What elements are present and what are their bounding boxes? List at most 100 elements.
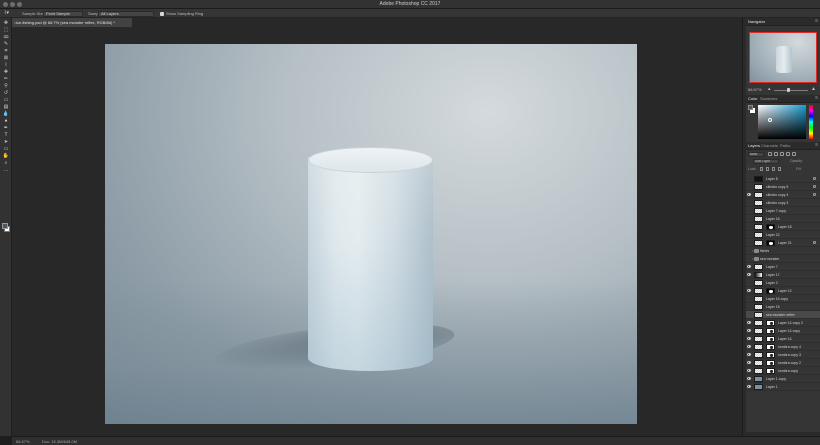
layer-row[interactable]: Layer 8 bbox=[746, 175, 820, 183]
filter-smart-object-icon[interactable] bbox=[792, 152, 796, 156]
layer-row[interactable]: sea monster reflex bbox=[746, 311, 820, 319]
layer-name[interactable]: sea monster bbox=[760, 257, 779, 261]
history-brush-tool-icon[interactable]: ↺ bbox=[2, 90, 10, 96]
visibility-eye-icon[interactable] bbox=[747, 385, 751, 388]
dodge-tool-icon[interactable]: ● bbox=[2, 118, 10, 124]
layer-name[interactable]: Layer 21 bbox=[778, 241, 792, 245]
color-picker-cursor[interactable] bbox=[768, 118, 772, 122]
panel-menu-icon[interactable]: ≡ bbox=[815, 18, 818, 25]
layer-group-row[interactable]: › fishes bbox=[746, 247, 820, 255]
layer-mask-thumbnail[interactable] bbox=[766, 320, 775, 326]
filter-adjustment-icon[interactable] bbox=[774, 152, 778, 156]
filter-pixel-icon[interactable] bbox=[768, 152, 772, 156]
quick-select-tool-icon[interactable]: ✎ bbox=[2, 41, 10, 47]
color-picker-field[interactable] bbox=[758, 105, 806, 139]
panel-menu-icon[interactable]: ≡ bbox=[815, 95, 818, 102]
eyedropper-tool-icon[interactable]: ⌇ bbox=[2, 62, 10, 68]
visibility-eye-icon[interactable] bbox=[747, 273, 751, 276]
layer-thumbnail[interactable] bbox=[754, 208, 763, 214]
blend-mode-select[interactable]: Soft Light bbox=[753, 159, 779, 164]
visibility-eye-icon[interactable] bbox=[747, 377, 751, 380]
layer-row[interactable]: Layer 21 bbox=[746, 239, 820, 247]
layer-mask-thumbnail[interactable] bbox=[766, 368, 775, 374]
layer-row[interactable]: Layer 15 copy bbox=[746, 295, 820, 303]
panel-menu-icon[interactable]: ≡ bbox=[815, 142, 818, 149]
layer-name[interactable]: cilindro copy 5 bbox=[766, 185, 788, 189]
layer-thumbnail[interactable] bbox=[754, 328, 763, 334]
pen-tool-icon[interactable]: ✒ bbox=[2, 125, 10, 131]
visibility-eye-icon[interactable] bbox=[747, 353, 751, 356]
layer-name[interactable]: sombra copy 2 bbox=[778, 361, 801, 365]
layer-thumbnail[interactable] bbox=[754, 312, 763, 318]
sample-select[interactable]: All Layers bbox=[98, 10, 154, 17]
tab-paths[interactable]: Paths bbox=[780, 143, 790, 148]
layer-thumbnail[interactable] bbox=[754, 368, 763, 374]
layer-mask-thumbnail[interactable] bbox=[766, 360, 775, 366]
layer-row[interactable]: sombra copy bbox=[746, 367, 820, 375]
layer-row[interactable]: Layer 18 bbox=[746, 223, 820, 231]
layer-name[interactable]: Layer 8 bbox=[766, 177, 778, 181]
layer-name[interactable]: fishes bbox=[760, 249, 769, 253]
layer-row[interactable]: Layer 14 bbox=[746, 335, 820, 343]
blur-tool-icon[interactable]: 💧 bbox=[2, 111, 10, 117]
type-tool-icon[interactable]: T bbox=[2, 132, 10, 138]
close-tab-icon[interactable]: × bbox=[12, 18, 18, 27]
layer-name[interactable]: Layer 2 bbox=[766, 281, 778, 285]
layer-row[interactable]: cilindro copy 5 bbox=[746, 183, 820, 191]
layer-row[interactable]: Layer 16 bbox=[746, 215, 820, 223]
layer-row[interactable]: Layer 14 copy 2 bbox=[746, 319, 820, 327]
layer-row[interactable]: cilindro copy 4 bbox=[746, 191, 820, 199]
tab-color[interactable]: Color bbox=[748, 96, 758, 101]
layer-name[interactable]: Layer 14 copy bbox=[778, 329, 800, 333]
layer-row[interactable]: sombra copy 3 bbox=[746, 351, 820, 359]
document-tab[interactable]: × ice-fishing.psd @ 66.7% (sea monster r… bbox=[12, 18, 132, 27]
layer-name[interactable]: Layer 17 bbox=[766, 273, 780, 277]
eraser-tool-icon[interactable]: ▭ bbox=[2, 97, 10, 103]
layer-row[interactable]: Layer 2 bbox=[746, 279, 820, 287]
lock-position-icon[interactable] bbox=[772, 167, 775, 171]
foreground-color-swatch[interactable] bbox=[2, 223, 8, 229]
tab-swatches[interactable]: Swatches bbox=[760, 96, 777, 101]
layer-name[interactable]: cilindro copy 4 bbox=[766, 193, 788, 197]
tab-channels[interactable]: Channels bbox=[761, 143, 778, 148]
eyedropper-preset-icon[interactable]: ⌇▾ bbox=[4, 10, 9, 16]
zoom-out-icon[interactable]: ▴ bbox=[768, 87, 771, 92]
filter-shape-icon[interactable] bbox=[786, 152, 790, 156]
clone-stamp-tool-icon[interactable]: ⚲ bbox=[2, 83, 10, 89]
layer-name[interactable]: Layer 16 bbox=[766, 217, 780, 221]
layer-row[interactable]: Layer 22 bbox=[746, 231, 820, 239]
lock-transparent-icon[interactable] bbox=[760, 167, 763, 171]
gradient-tool-icon[interactable]: ▤ bbox=[2, 104, 10, 110]
layer-thumbnail[interactable] bbox=[754, 264, 763, 270]
layer-thumbnail[interactable] bbox=[754, 304, 763, 310]
layer-name[interactable]: sea monster reflex bbox=[766, 313, 795, 317]
layer-name[interactable]: Layer 18 bbox=[778, 225, 792, 229]
status-zoom[interactable]: 66.67% bbox=[16, 439, 30, 444]
layer-name[interactable]: sombra copy 3 bbox=[778, 353, 801, 357]
layer-thumbnail[interactable] bbox=[754, 272, 763, 278]
layer-group-row[interactable]: › sea monster bbox=[746, 255, 820, 263]
layer-mask-thumbnail[interactable] bbox=[766, 328, 775, 334]
layer-name[interactable]: sombra copy 4 bbox=[778, 345, 801, 349]
lasso-tool-icon[interactable]: ꝏ bbox=[2, 34, 10, 40]
visibility-eye-icon[interactable] bbox=[747, 321, 751, 324]
layer-kind-filter[interactable]: Kind bbox=[748, 152, 764, 157]
shape-tool-icon[interactable]: ▭ bbox=[2, 146, 10, 152]
filter-type-icon[interactable] bbox=[780, 152, 784, 156]
healing-brush-tool-icon[interactable]: ✚ bbox=[2, 69, 10, 75]
navigator-zoom-slider-knob[interactable] bbox=[787, 88, 790, 92]
layer-thumbnail[interactable] bbox=[754, 224, 763, 230]
tab-layers[interactable]: Layers bbox=[748, 143, 760, 148]
layer-thumbnail[interactable] bbox=[754, 376, 763, 382]
layer-thumbnail[interactable] bbox=[754, 184, 763, 190]
navigator-view-frame[interactable] bbox=[749, 32, 817, 83]
document-canvas[interactable] bbox=[105, 44, 637, 424]
layer-name[interactable]: Layer 15 bbox=[766, 305, 780, 309]
layer-name[interactable]: Layer 14 bbox=[778, 337, 792, 341]
layer-mask-thumbnail[interactable] bbox=[766, 336, 775, 342]
layer-name[interactable]: Layer 7 copy bbox=[766, 209, 786, 213]
sample-size-select[interactable]: Point Sample bbox=[43, 10, 83, 17]
zoom-in-icon[interactable]: ▲ bbox=[811, 87, 816, 92]
brush-tool-icon[interactable]: ✏ bbox=[2, 76, 10, 82]
layer-name[interactable]: sombra copy bbox=[778, 369, 798, 373]
